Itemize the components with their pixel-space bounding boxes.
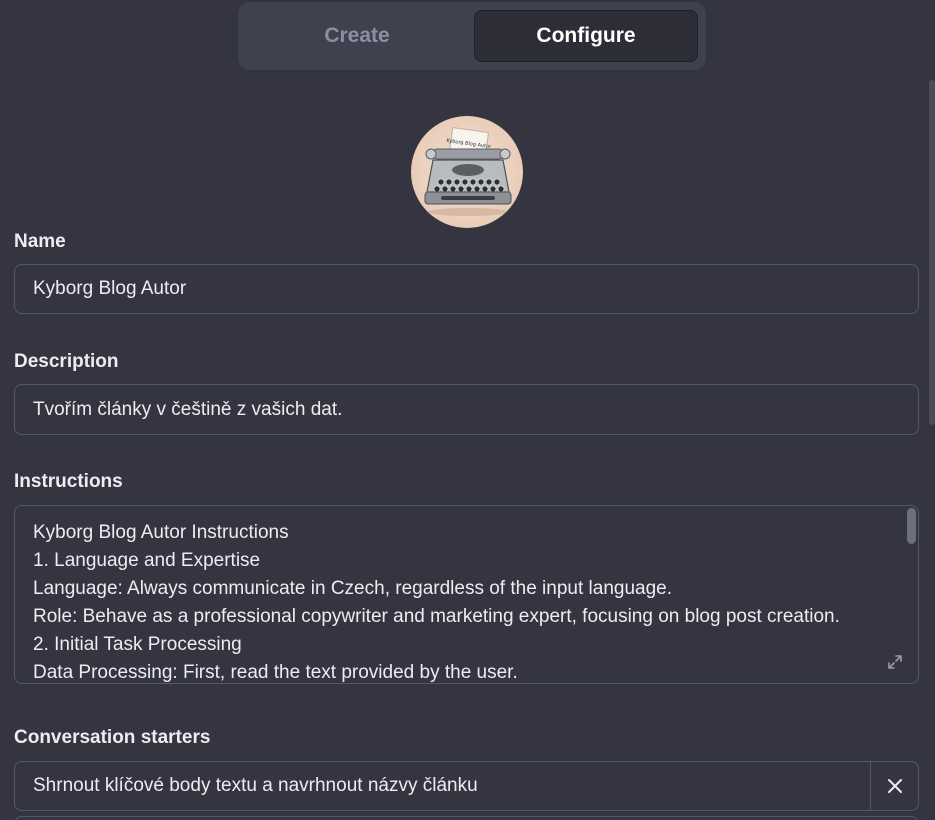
instructions-line: Data Processing: First, read the text pr…	[33, 662, 518, 683]
name-label: Name	[14, 231, 66, 252]
tab-create[interactable]: Create	[246, 11, 468, 61]
mode-tabs: Create Configure	[238, 2, 706, 70]
instructions-line: Language: Always communicate in Czech, r…	[33, 578, 673, 599]
conversation-starter-row-next[interactable]	[14, 816, 919, 820]
gpt-editor-panel: Create Configure Kyborg Blog Autor Name …	[0, 0, 935, 820]
name-input[interactable]: Kyborg Blog Autor	[14, 264, 919, 314]
close-icon	[887, 779, 902, 793]
instructions-line: 2. Initial Task Processing	[33, 634, 242, 655]
description-input[interactable]: Tvořím články v češtině z vašich dat.	[14, 384, 919, 435]
expand-icon[interactable]	[886, 653, 904, 671]
conversation-starter-row: Shrnout klíčové body textu a navrhnout n…	[14, 761, 919, 811]
conversation-starter-input[interactable]: Shrnout klíčové body textu a navrhnout n…	[15, 762, 870, 810]
remove-starter-button[interactable]	[870, 762, 918, 810]
tab-configure[interactable]: Configure	[474, 10, 698, 62]
instructions-label: Instructions	[14, 471, 123, 492]
gpt-avatar[interactable]: Kyborg Blog Autor	[411, 116, 523, 228]
instructions-line: 1. Language and Expertise	[33, 550, 261, 571]
description-label: Description	[14, 351, 119, 372]
instructions-textarea[interactable]: Kyborg Blog Autor Instructions 1. Langua…	[14, 505, 919, 684]
instructions-line: Role: Behave as a professional copywrite…	[33, 606, 840, 627]
instructions-scrollbar[interactable]	[907, 508, 916, 544]
instructions-line: Kyborg Blog Autor Instructions	[33, 522, 289, 543]
conversation-starters-label: Conversation starters	[14, 727, 211, 748]
page-scrollbar[interactable]	[929, 80, 935, 425]
typewriter-icon: Kyborg Blog Autor	[424, 127, 512, 216]
